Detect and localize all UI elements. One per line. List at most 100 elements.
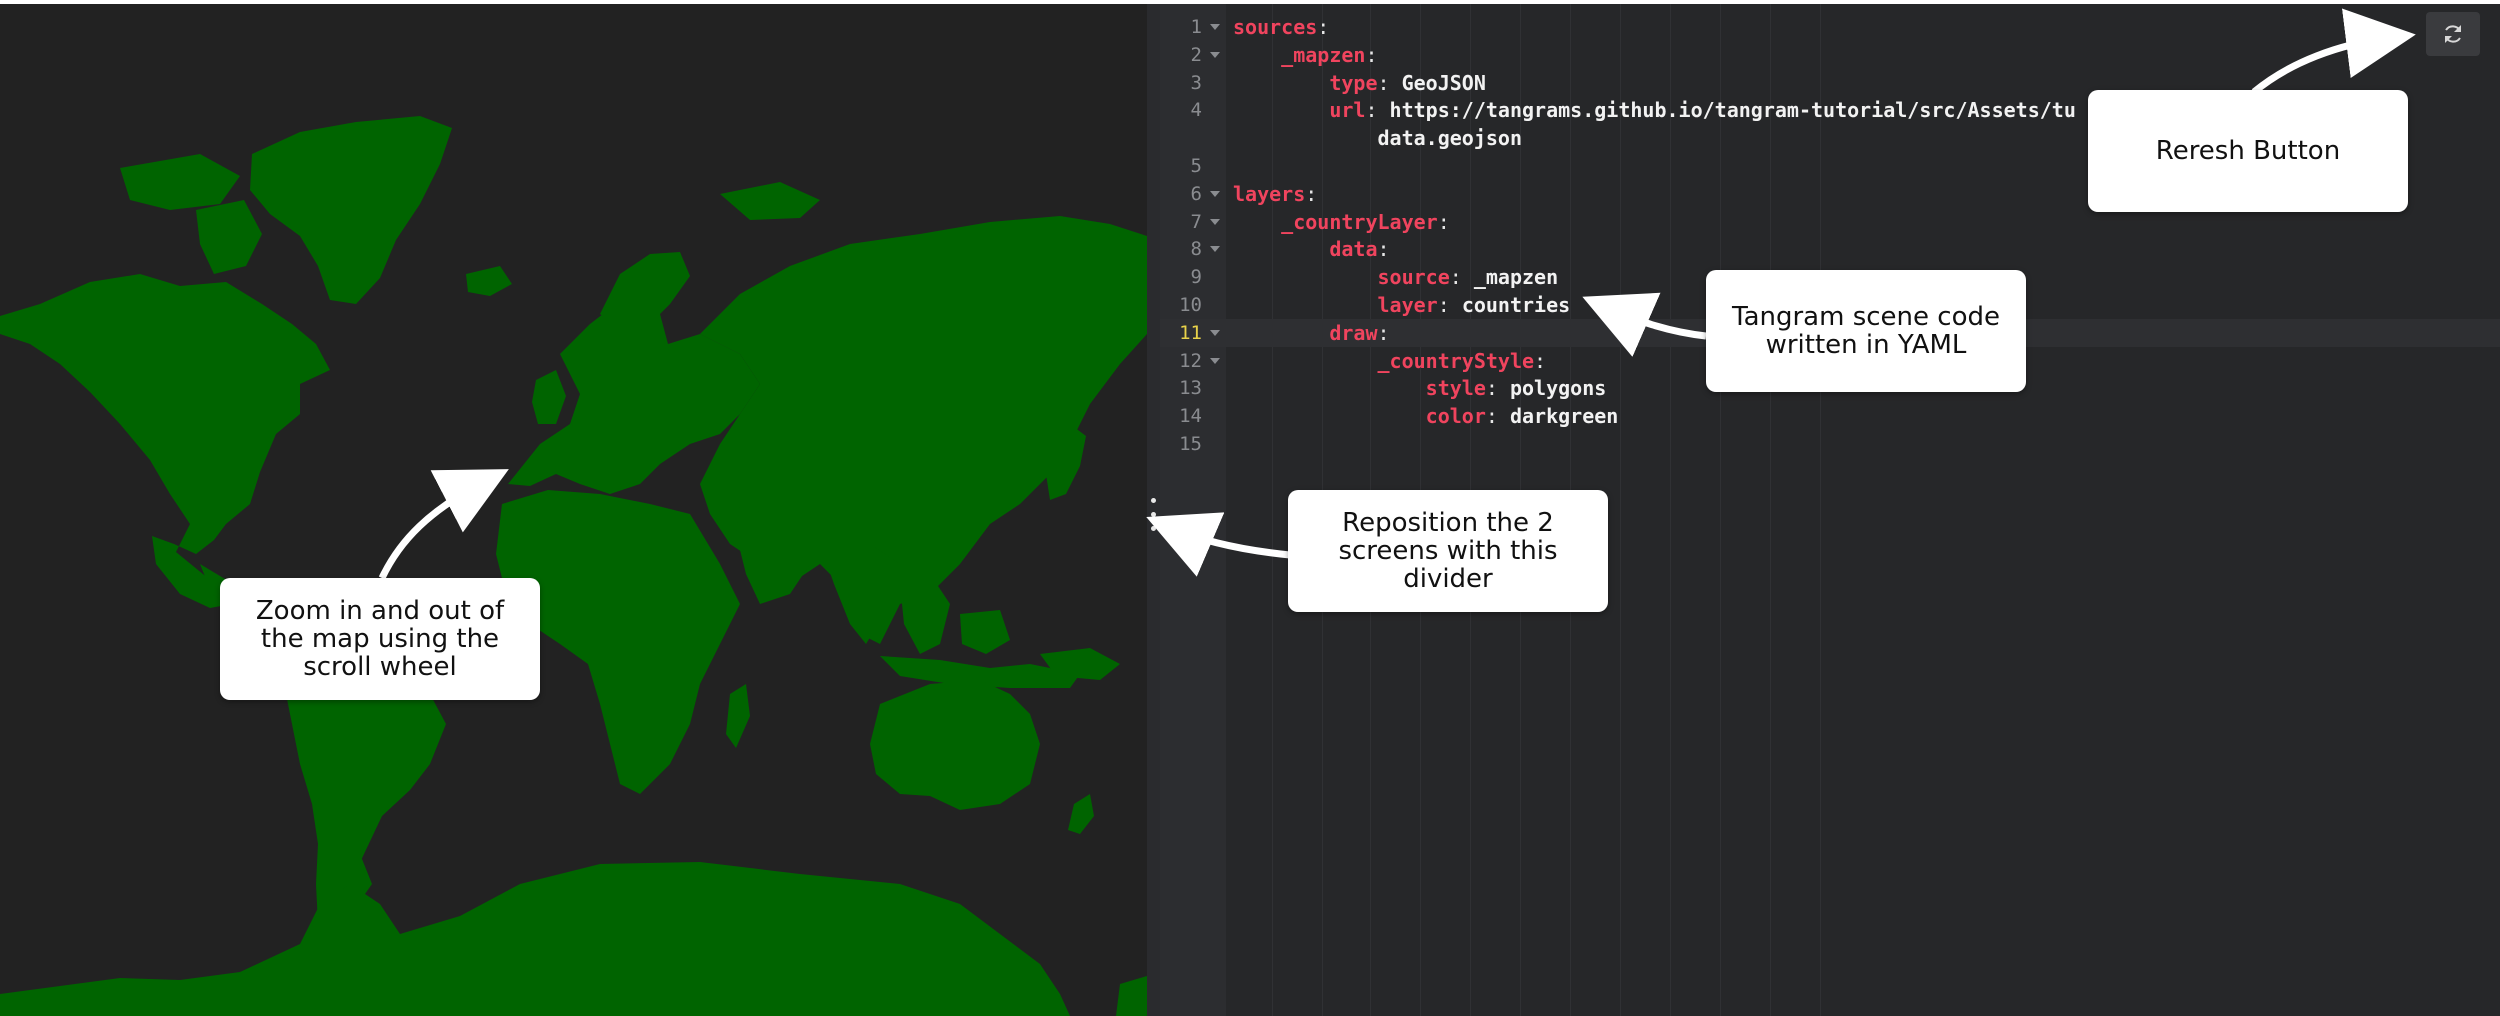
refresh-button[interactable] [2426, 12, 2480, 56]
code-line[interactable]: 14 color: darkgreen [1160, 402, 2500, 430]
line-number: 3 [1190, 72, 1202, 94]
line-number: 15 [1179, 433, 1202, 455]
code-line[interactable]: 15 [1160, 430, 2500, 458]
yaml-separator: : [1365, 98, 1390, 122]
landmass-india [820, 544, 900, 644]
code-text: data.geojson [1233, 124, 1523, 152]
line-number: 2 [1190, 44, 1202, 66]
yaml-key: source [1377, 265, 1450, 289]
line-number: 14 [1179, 405, 1202, 427]
map-view[interactable] [0, 4, 1147, 1016]
callout-zoom: Zoom in and out of the map using the scr… [220, 578, 540, 700]
line-number: 9 [1190, 266, 1202, 288]
callout-text: screens with this [1338, 536, 1558, 566]
yaml-separator: : [1377, 237, 1390, 261]
line-number: 1 [1190, 16, 1202, 38]
yaml-separator: : [1305, 182, 1318, 206]
yaml-separator: : [1534, 349, 1547, 373]
callout-yaml: Tangram scene code written in YAML [1706, 270, 2026, 392]
fold-arrow-icon[interactable] [1210, 52, 1220, 58]
yaml-key: sources [1233, 15, 1318, 39]
landmass-antarctica [0, 862, 1070, 1016]
fold-arrow-icon[interactable] [1210, 246, 1220, 252]
fold-arrow-icon[interactable] [1210, 358, 1220, 364]
yaml-key: style [1425, 376, 1486, 400]
code-text: sources: [1233, 13, 1329, 41]
landmass-new-zealand [1068, 794, 1094, 834]
line-number: 11 [1179, 322, 1202, 344]
callout-text: written in YAML [1765, 330, 1967, 360]
yaml-key: url [1329, 98, 1366, 122]
yaml-separator: : [1317, 15, 1330, 39]
line-number: 5 [1190, 155, 1202, 177]
line-number: 13 [1179, 377, 1202, 399]
code-line[interactable]: 7 _countryLayer: [1160, 208, 2500, 236]
yaml-key: color [1425, 404, 1486, 428]
landmass-borneo [960, 610, 1010, 654]
line-number: 6 [1190, 183, 1202, 205]
yaml-separator: : [1485, 376, 1510, 400]
callout-text: scroll wheel [303, 652, 457, 682]
landmass-greenland [250, 116, 452, 304]
yaml-separator: : [1449, 265, 1474, 289]
yaml-key: _countryLayer [1281, 210, 1438, 234]
landmass-scandinavia [600, 252, 690, 338]
drag-handle-icon[interactable] [1150, 498, 1156, 540]
yaml-key: _countryStyle [1377, 349, 1535, 373]
landmass-siberia-islands [720, 182, 820, 220]
landmass-east-edge [1116, 976, 1147, 1016]
landmass-iceland [466, 266, 512, 296]
code-text: layers: [1233, 180, 1317, 208]
code-text: url: https://tangrams.github.io/tangram-… [1233, 96, 2076, 124]
fold-arrow-icon[interactable] [1210, 24, 1220, 30]
line-number: 7 [1190, 211, 1202, 233]
code-text: source: _mapzen [1233, 263, 1559, 291]
callout-text: Zoom in and out of [255, 596, 505, 626]
landmass-australia [870, 680, 1040, 810]
pane-divider[interactable] [1147, 4, 1160, 1016]
yaml-value: data.geojson [1377, 126, 1523, 150]
yaml-separator: : [1377, 71, 1402, 95]
callout-text: Tangram scene code [1732, 302, 2000, 332]
line-number: 12 [1179, 350, 1202, 372]
code-text: style: polygons [1233, 374, 1607, 402]
yaml-separator: : [1437, 293, 1462, 317]
yaml-value: https://tangrams.github.io/tangram-tutor… [1389, 98, 2076, 122]
line-number: 10 [1179, 294, 1202, 316]
yaml-key: draw [1329, 321, 1378, 345]
yaml-value: countries [1461, 293, 1571, 317]
fold-arrow-icon[interactable] [1210, 191, 1220, 197]
code-text: color: darkgreen [1233, 402, 1619, 430]
world-map[interactable] [0, 4, 1147, 1016]
refresh-icon [2445, 25, 2461, 43]
yaml-key: _mapzen [1281, 43, 1366, 67]
yaml-key: data [1329, 237, 1378, 261]
code-text: layer: countries [1233, 291, 1571, 319]
code-line[interactable]: 8 data: [1160, 235, 2500, 263]
yaml-separator: : [1485, 404, 1510, 428]
yaml-key: layers [1233, 182, 1306, 206]
fold-arrow-icon[interactable] [1210, 330, 1220, 336]
land-polygons [0, 116, 1147, 1016]
code-line[interactable]: 1 sources: [1160, 13, 2500, 41]
line-number: 8 [1190, 238, 1202, 260]
landmass-britain [532, 370, 566, 424]
fold-arrow-icon[interactable] [1210, 219, 1220, 225]
code-line[interactable]: 2 _mapzen: [1160, 41, 2500, 69]
callout-refresh: Reresh Button [2088, 90, 2408, 212]
callout-text: the map using the [260, 624, 500, 654]
yaml-separator: : [1365, 43, 1378, 67]
callout-text: Reposition the 2 [1342, 508, 1554, 538]
code-text: draw: [1233, 319, 1389, 347]
